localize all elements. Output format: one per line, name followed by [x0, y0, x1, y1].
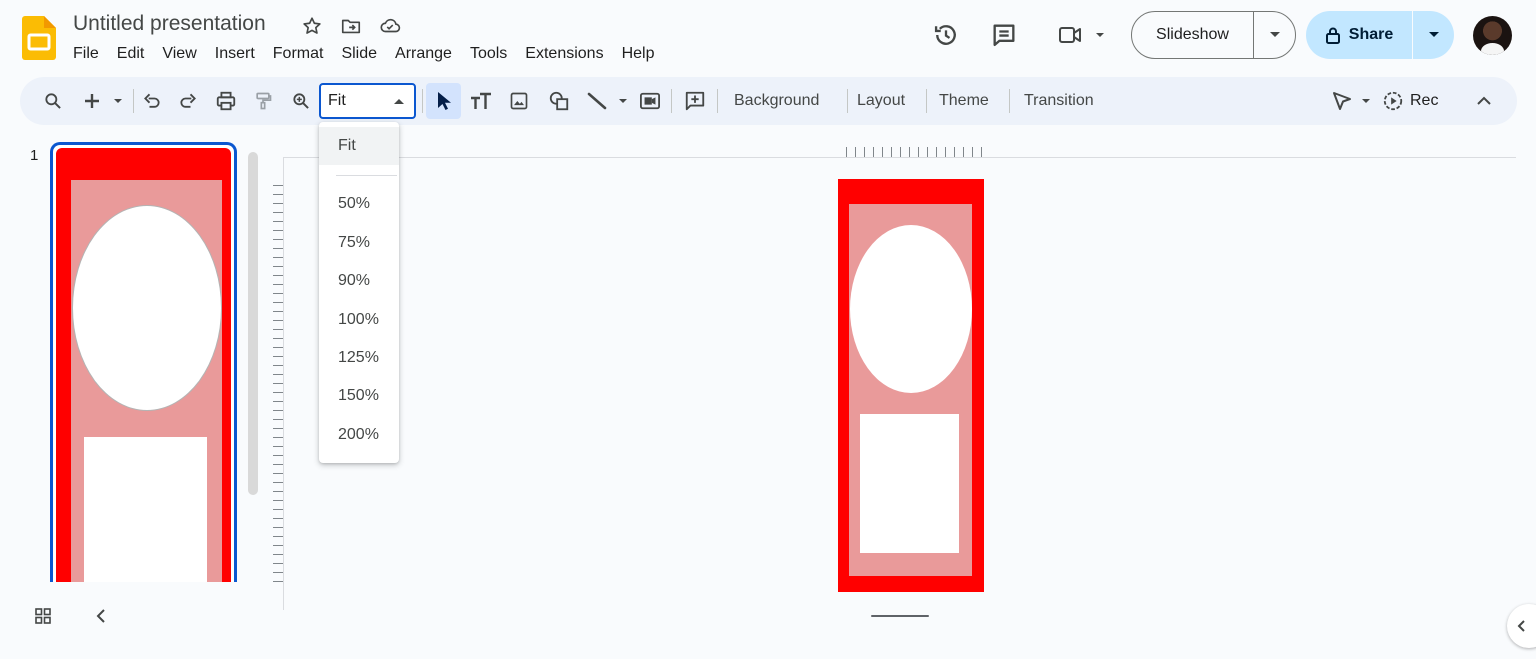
toolbar: Fit Background Layout Theme Transition R… — [20, 77, 1517, 125]
zoom-option-150[interactable]: 150% — [319, 377, 399, 415]
select-tool-icon[interactable] — [426, 83, 461, 119]
share-button[interactable]: Share — [1306, 11, 1413, 59]
pink-rectangle-shape[interactable] — [849, 204, 972, 576]
slide-thumbnail[interactable] — [50, 142, 237, 582]
speaker-notes-handle[interactable] — [871, 615, 929, 617]
version-history-icon[interactable] — [931, 20, 961, 50]
undo-icon[interactable] — [138, 77, 166, 125]
menu-extensions[interactable]: Extensions — [516, 43, 612, 65]
collapse-toolbar-icon[interactable] — [1470, 77, 1498, 125]
menu-help[interactable]: Help — [613, 43, 664, 65]
menu-file[interactable]: File — [64, 43, 108, 65]
cloud-saved-icon[interactable] — [376, 13, 404, 39]
thumbnail-rectangle-shape — [84, 437, 207, 582]
print-icon[interactable] — [212, 77, 240, 125]
menu-slide[interactable]: Slide — [332, 43, 386, 65]
background-button[interactable]: Background — [734, 77, 819, 125]
caret-down-icon — [1269, 32, 1280, 37]
redo-icon[interactable] — [174, 77, 202, 125]
zoom-dropdown-menu: Fit 50% 75% 90% 100% 125% 150% 200% — [319, 122, 399, 463]
meet-video-icon[interactable] — [1054, 20, 1110, 50]
insert-video-icon[interactable] — [636, 77, 664, 125]
grid-view-icon[interactable] — [31, 604, 55, 628]
search-menus-icon[interactable] — [38, 77, 68, 125]
theme-button[interactable]: Theme — [939, 77, 989, 125]
thumbnail-oval-shape — [72, 205, 222, 411]
zoom-icon[interactable] — [287, 77, 315, 125]
rec-label: Rec — [1410, 92, 1439, 109]
add-comment-icon[interactable] — [680, 77, 710, 125]
vertical-ruler[interactable] — [273, 185, 283, 590]
slide-number: 1 — [30, 147, 39, 164]
rec-button[interactable]: Rec — [1382, 77, 1444, 125]
caret-up-icon — [394, 99, 404, 104]
menu-insert[interactable]: Insert — [206, 43, 264, 65]
share-button-group: Share — [1306, 11, 1454, 59]
oval-shape[interactable] — [850, 225, 972, 393]
zoom-option-fit[interactable]: Fit — [319, 127, 399, 165]
zoom-select[interactable]: Fit — [319, 83, 416, 119]
slideshow-button-group: Slideshow — [1131, 11, 1296, 59]
horizontal-ruler[interactable] — [846, 147, 982, 157]
zoom-option-50[interactable]: 50% — [319, 185, 399, 223]
zoom-option-90[interactable]: 90% — [319, 262, 399, 300]
paint-format-icon[interactable] — [249, 77, 277, 125]
share-label: Share — [1348, 26, 1394, 43]
transition-button[interactable]: Transition — [1024, 77, 1094, 125]
zoom-option-125[interactable]: 125% — [319, 339, 399, 377]
caret-down-icon — [1428, 32, 1439, 37]
zoom-option-200[interactable]: 200% — [319, 416, 399, 454]
comments-icon[interactable] — [989, 20, 1019, 50]
slides-logo-icon[interactable] — [22, 16, 56, 60]
zoom-option-100[interactable]: 100% — [319, 301, 399, 339]
shape-icon[interactable] — [544, 77, 574, 125]
star-icon[interactable] — [298, 13, 326, 39]
move-folder-icon[interactable] — [337, 13, 365, 39]
filmstrip-scrollbar[interactable] — [248, 152, 258, 495]
slideshow-button[interactable]: Slideshow — [1132, 12, 1254, 58]
menu-tools[interactable]: Tools — [461, 43, 516, 65]
layout-button[interactable]: Layout — [857, 77, 905, 125]
menu-format[interactable]: Format — [264, 43, 333, 65]
lock-icon — [1325, 27, 1340, 44]
zoom-option-75[interactable]: 75% — [319, 224, 399, 262]
menu-bar: File Edit View Insert Format Slide Arran… — [64, 43, 663, 65]
collapse-filmstrip-icon[interactable] — [89, 604, 113, 628]
share-dropdown[interactable] — [1413, 11, 1454, 59]
slide-canvas[interactable] — [838, 179, 984, 592]
slideshow-dropdown[interactable] — [1254, 12, 1295, 58]
insert-image-icon[interactable] — [505, 77, 533, 125]
menu-view[interactable]: View — [153, 43, 205, 65]
menu-edit[interactable]: Edit — [108, 43, 154, 65]
menu-arrange[interactable]: Arrange — [386, 43, 461, 65]
line-tool-icon[interactable] — [584, 77, 632, 125]
record-icon — [1383, 91, 1403, 111]
pointer-mode-icon[interactable] — [1328, 77, 1378, 125]
zoom-value: Fit — [328, 92, 346, 109]
presentation-title[interactable]: Untitled presentation — [73, 12, 266, 36]
new-slide-icon[interactable] — [80, 77, 124, 125]
avatar[interactable] — [1473, 16, 1512, 55]
text-box-icon[interactable] — [467, 77, 495, 125]
white-rectangle-shape[interactable] — [860, 414, 959, 553]
show-side-panel-icon[interactable] — [1507, 604, 1536, 648]
